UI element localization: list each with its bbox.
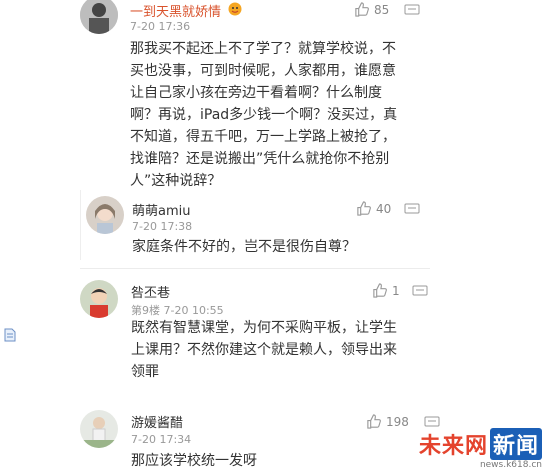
comment-text: 既然有智慧课堂，为何不采购平板，让学生 上课用？不然你建这个就是赖人，领导出来 … — [131, 320, 397, 380]
watermark-url: news.k618.cn — [479, 460, 542, 470]
comment-time: 7-20 10:55 — [163, 304, 224, 317]
thumbs-up-icon — [373, 283, 387, 298]
avatar[interactable] — [80, 280, 118, 318]
reply-icon[interactable] — [412, 285, 428, 297]
reply-icon[interactable] — [424, 416, 440, 428]
comment-item: 咎丕巷 第9楼 7-20 10:55 1 既然有智慧课堂，为何不采购平板，让学生… — [0, 272, 550, 392]
thumbs-up-icon — [367, 414, 381, 429]
reply-icon[interactable] — [404, 4, 420, 16]
divider — [80, 268, 430, 269]
comment-text: 家庭条件不好的，岂不是很伤自尊？ — [132, 239, 356, 255]
comment-meta: 第9楼 7-20 10:55 — [131, 302, 224, 318]
comment-item: 一到天黑就娇情 7-20 17:36 85 那我买不起还上不了学了？就算学校说，… — [0, 0, 550, 190]
avatar[interactable] — [80, 0, 118, 34]
comment-author[interactable]: 一到天黑就娇情 — [130, 1, 221, 20]
like-count: 85 — [374, 2, 390, 17]
comment-time: 7-20 17:38 — [132, 220, 193, 233]
like-button[interactable]: 1 — [372, 283, 400, 298]
reply-icon[interactable] — [404, 203, 420, 215]
like-button[interactable]: 40 — [356, 201, 391, 216]
avatar[interactable] — [80, 410, 118, 448]
like-button[interactable]: 198 — [366, 414, 409, 429]
comment-author[interactable]: 咎丕巷 — [131, 282, 170, 301]
like-count: 198 — [386, 414, 409, 429]
comment-author[interactable]: 萌萌amiu — [132, 200, 190, 219]
like-button[interactable]: 85 — [354, 2, 389, 17]
thumbs-up-icon — [357, 201, 371, 216]
like-count: 1 — [392, 283, 400, 298]
thumbs-up-icon — [355, 2, 369, 17]
comment-text: 那我买不起还上不了学了？就算学校说，不 买也没事，可到时候呢，人家都用，谁愿意 … — [130, 41, 398, 189]
comment-text: 那应该学校统一发呀 — [131, 453, 257, 469]
comment-time: 7-20 17:36 — [130, 20, 191, 33]
watermark-logo: 未来网 新闻 news.k618.cn — [419, 428, 542, 470]
comment-time: 7-20 17:34 — [131, 433, 192, 446]
watermark-title: 未来网 新闻 — [419, 428, 542, 460]
comment-author[interactable]: 游媛酱醋 — [131, 412, 183, 431]
emoji-icon — [228, 2, 242, 16]
avatar[interactable] — [86, 196, 124, 234]
reply-item: 萌萌amiu 7-20 17:38 40 家庭条件不好的，岂不是很伤自尊？ — [0, 190, 550, 270]
floor-number: 第9楼 — [131, 304, 160, 317]
like-count: 40 — [376, 201, 392, 216]
